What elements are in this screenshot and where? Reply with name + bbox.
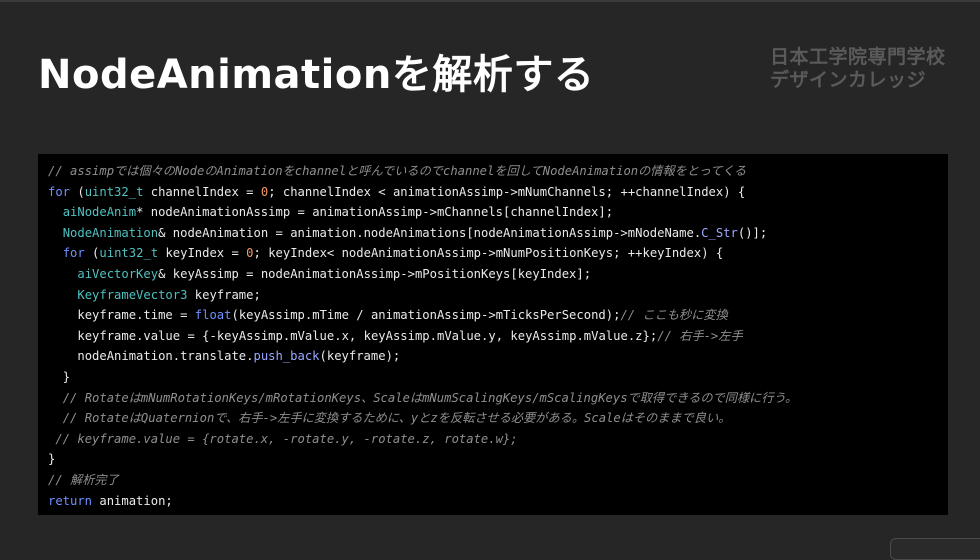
logo-line-school: 日本工学院専門学校 (770, 46, 946, 68)
corner-tab (890, 538, 980, 560)
slide-top-border (0, 0, 980, 2)
code-line: } (48, 452, 56, 467)
code-line: // RotateはQuaternionで、右手->左手に変換するために、yとz… (62, 411, 731, 426)
code-line: // 解析完了 (48, 472, 119, 487)
slide-title: NodeAnimationを解析する (38, 52, 595, 98)
code-line: NodeAnimation& nodeAnimation = animation… (62, 225, 768, 240)
code-line: keyframe.value = {-keyAssimp.mValue.x, k… (77, 328, 743, 343)
code-line: return animation; (48, 493, 173, 508)
school-logo: 日本工学院専門学校 デザインカレッジ (770, 46, 948, 92)
code-line: // RotateはmNumRotationKeys/mRotationKeys… (62, 390, 798, 405)
code-line: aiNodeAnim* nodeAnimationAssimp = animat… (62, 205, 614, 220)
code-line: KeyframeVector3 keyframe; (77, 287, 261, 302)
code-line: // keyframe.value = {rotate.x, -rotate.y… (55, 431, 518, 446)
code-line: } (62, 369, 71, 384)
logo-line-college: デザインカレッジ (770, 69, 927, 91)
code-line: nodeAnimation.translate.push_back(keyfra… (77, 349, 401, 364)
code-line: for (uint32_t channelIndex = 0; channelI… (48, 184, 746, 199)
code-line: aiVectorKey& keyAssimp = nodeAnimationAs… (77, 266, 592, 281)
code-block: // assimpでは個々のNodeのAnimationをchannelと呼んで… (38, 154, 948, 515)
code-line: // assimpでは個々のNodeのAnimationをchannelと呼んで… (48, 164, 747, 178)
code-line: for (uint32_t keyIndex = 0; keyIndex< no… (62, 246, 724, 261)
code-line: keyframe.time = float(keyAssimp.mTime / … (77, 308, 728, 323)
